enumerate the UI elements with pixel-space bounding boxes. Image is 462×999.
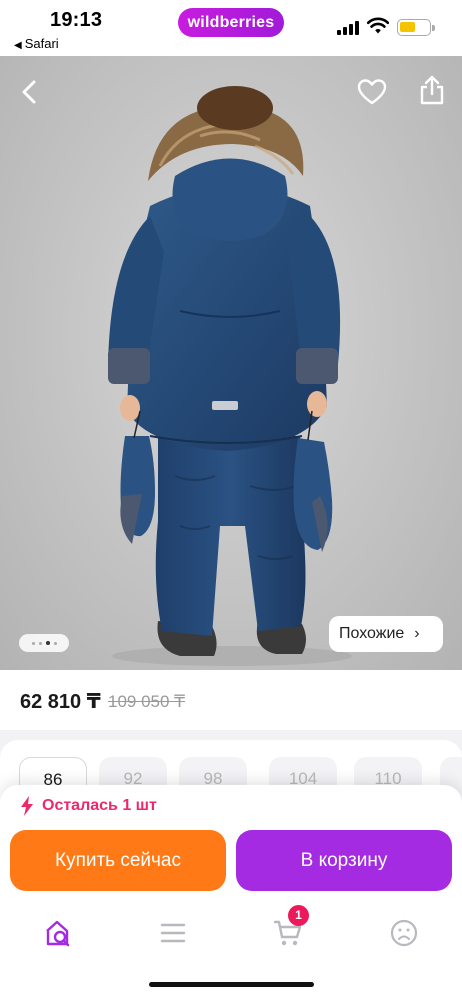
pagination-dot — [31, 641, 35, 645]
stock-notice: Осталась 1 шт — [20, 796, 157, 816]
back-to-app-link[interactable]: ◀ Safari — [14, 36, 59, 51]
gallery-pagination[interactable] — [19, 634, 69, 652]
share-icon — [420, 75, 444, 105]
brand-logo: wildberries — [178, 8, 284, 37]
similar-label: Похожие — [339, 625, 405, 642]
heart-outline-icon — [357, 79, 387, 105]
chevron-left-icon — [22, 80, 36, 104]
purchase-sheet: Осталась 1 шт Купить сейчас В корзину 1 — [0, 785, 462, 999]
back-app-label: Safari — [24, 36, 59, 51]
pagination-dot — [53, 641, 57, 645]
section-divider — [0, 730, 462, 740]
current-price: 62 810 ₸ — [20, 691, 101, 713]
status-bar: 19:13 ◀ Safari wildberries — [0, 0, 462, 56]
product-photo-gallery[interactable]: Похожие › — [0, 56, 462, 670]
left-triangle-icon: ◀ — [14, 40, 22, 51]
profile-icon — [390, 919, 418, 947]
pagination-dot — [38, 641, 42, 645]
old-price: 109 050 ₸ — [108, 692, 185, 711]
chevron-right-icon: › — [414, 625, 420, 642]
tab-bar: 1 — [0, 905, 462, 965]
buy-now-button[interactable]: Купить сейчас — [10, 830, 226, 891]
menu-icon — [160, 923, 186, 943]
back-button[interactable] — [12, 74, 48, 110]
similar-button[interactable]: Похожие › — [329, 616, 443, 652]
tab-profile[interactable] — [384, 915, 424, 951]
product-image — [108, 86, 352, 666]
stock-text: Осталась 1 шт — [42, 797, 157, 814]
tab-home[interactable] — [38, 915, 78, 951]
tab-catalog[interactable] — [153, 915, 193, 951]
home-indicator — [149, 982, 314, 987]
pagination-dot-active — [45, 641, 50, 645]
status-time: 19:13 — [50, 9, 103, 31]
wifi-icon — [367, 17, 389, 34]
favorite-button[interactable] — [354, 74, 390, 110]
lightning-icon — [21, 796, 33, 816]
price-card: 62 810 ₸ 109 050 ₸ — [0, 670, 462, 730]
battery-icon — [397, 19, 435, 36]
cart-badge: 1 — [288, 905, 309, 926]
cellular-signal-icon — [337, 19, 361, 35]
home-search-icon — [46, 920, 70, 947]
share-button[interactable] — [414, 72, 450, 108]
add-to-cart-button[interactable]: В корзину — [236, 830, 452, 891]
